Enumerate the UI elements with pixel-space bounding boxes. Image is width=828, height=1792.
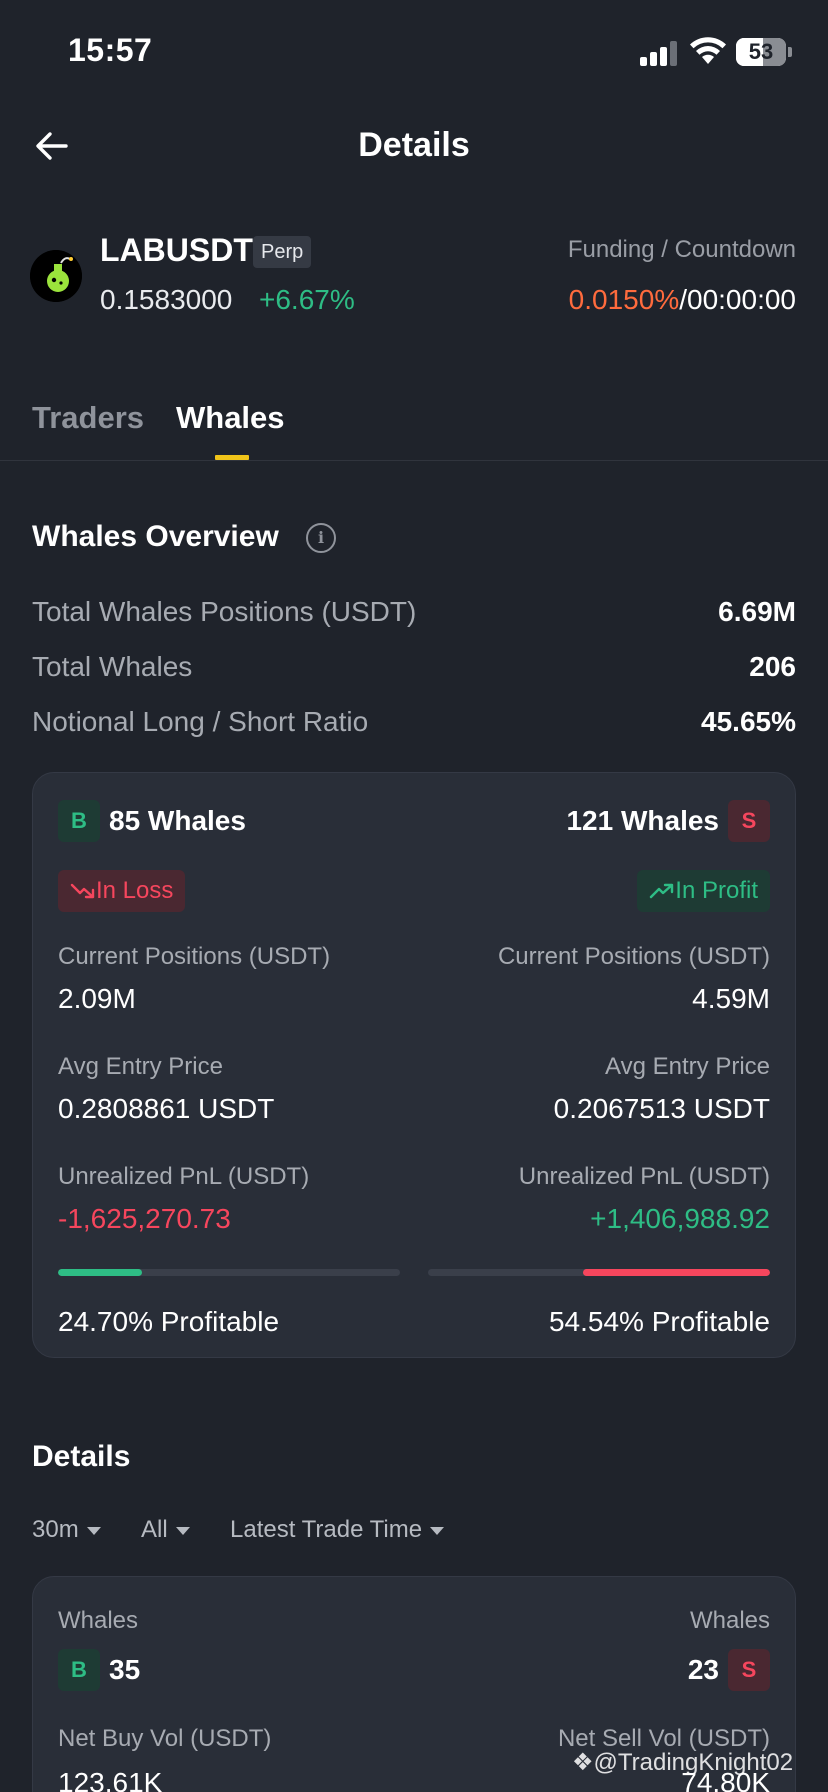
- tab-whales[interactable]: Whales: [176, 400, 285, 436]
- funding-countdown-label: Funding / Countdown: [567, 236, 796, 263]
- short-positions-value: 4.59M: [692, 983, 770, 1014]
- long-whales-count: 85 Whales: [109, 805, 246, 836]
- short-avg-entry-value: 0.2067513 USDT: [553, 1093, 770, 1124]
- short-avg-entry-label: Avg Entry Price: [605, 1053, 770, 1080]
- net-buy-value: 123.61K: [58, 1767, 163, 1792]
- long-positions-label: Current Positions (USDT): [58, 943, 331, 970]
- buy-badge: B: [58, 1649, 100, 1691]
- chevron-down-icon: [175, 1526, 190, 1535]
- sell-whales-count: 23: [687, 1654, 719, 1685]
- chevron-down-icon: [86, 1526, 101, 1535]
- in-loss-label: In Loss: [96, 877, 174, 904]
- long-positions-value: 2.09M: [58, 983, 136, 1014]
- in-profit-label: In Profit: [675, 877, 758, 904]
- last-price: 0.1583000: [100, 284, 233, 315]
- side-filter[interactable]: All: [141, 1516, 190, 1544]
- status-time: 15:57: [68, 32, 153, 68]
- overview-title: Whales Overview: [32, 520, 279, 553]
- battery-icon: 53: [736, 38, 786, 66]
- long-pnl-label: Unrealized PnL (USDT): [58, 1163, 310, 1190]
- long-profitable-bar: [58, 1269, 400, 1276]
- price-change: +6.67%: [259, 284, 355, 315]
- perp-tag: Perp: [253, 236, 312, 268]
- short-pnl-value: +1,406,988.92: [590, 1203, 770, 1234]
- battery-cap: [788, 47, 792, 57]
- funding-separator: /: [679, 284, 687, 315]
- lab-token-logo: [30, 250, 82, 302]
- timeframe-label: 30m: [32, 1516, 79, 1543]
- timeframe-filter[interactable]: 30m: [32, 1516, 101, 1544]
- long-profitable-fill: [58, 1269, 143, 1276]
- info-icon[interactable]: i: [306, 523, 336, 553]
- details-title: Details: [32, 1440, 131, 1473]
- funding-rate: 0.0150%: [568, 284, 680, 315]
- countdown: 00:00:00: [687, 284, 796, 315]
- cellular-signal-icon: [640, 40, 678, 66]
- watermark: ❖@TradingKnight02: [572, 1748, 793, 1777]
- sort-filter[interactable]: Latest Trade Time: [230, 1516, 445, 1544]
- long-avg-entry-value: 0.2808861 USDT: [58, 1093, 275, 1124]
- long-short-ratio-value: 45.65%: [701, 706, 796, 737]
- sell-badge: S: [728, 800, 770, 842]
- trading-pair: LABUSDT: [100, 232, 253, 268]
- trend-down-icon: [70, 883, 95, 899]
- long-short-card: B 85 Whales 121 Whales S In Loss In Prof…: [32, 772, 796, 1358]
- page-title: Details: [358, 126, 470, 164]
- long-pnl-value: -1,625,270.73: [58, 1203, 231, 1234]
- total-positions-value: 6.69M: [718, 596, 796, 627]
- trend-up-icon: [650, 883, 674, 899]
- long-short-ratio-label: Notional Long / Short Ratio: [32, 706, 369, 737]
- binance-logo-icon: ❖: [572, 1749, 594, 1776]
- total-positions-label: Total Whales Positions (USDT): [32, 596, 417, 627]
- short-profitable-bar: [428, 1269, 770, 1276]
- short-profitable-fill: [583, 1269, 770, 1276]
- long-profitable-text: 24.70% Profitable: [58, 1306, 280, 1337]
- buy-whales-count: 35: [109, 1654, 141, 1685]
- tabs-divider: [0, 460, 828, 461]
- long-avg-entry-label: Avg Entry Price: [58, 1053, 223, 1080]
- sell-whales-label: Whales: [689, 1607, 770, 1634]
- watermark-text: @TradingKnight02: [593, 1749, 794, 1776]
- in-loss-badge: In Loss: [58, 870, 186, 912]
- total-whales-label: Total Whales: [32, 651, 193, 682]
- sort-label: Latest Trade Time: [230, 1516, 423, 1543]
- side-label: All: [141, 1516, 168, 1543]
- wifi-icon: [690, 37, 726, 64]
- short-pnl-label: Unrealized PnL (USDT): [518, 1163, 770, 1190]
- funding-countdown: 0.0150%/00:00:00: [569, 284, 796, 316]
- sell-badge: S: [728, 1649, 770, 1691]
- short-profitable-text: 54.54% Profitable: [548, 1306, 770, 1337]
- tab-traders[interactable]: Traders: [32, 400, 144, 436]
- buy-whales-label: Whales: [58, 1607, 139, 1634]
- short-positions-label: Current Positions (USDT): [497, 943, 770, 970]
- short-whales-count: 121 Whales: [566, 805, 719, 836]
- in-profit-badge: In Profit: [637, 870, 770, 912]
- net-buy-label: Net Buy Vol (USDT): [58, 1725, 272, 1752]
- chevron-down-icon: [430, 1526, 445, 1535]
- battery-level: 53: [748, 39, 774, 64]
- total-whales-value: 206: [749, 651, 796, 682]
- buy-badge: B: [58, 800, 100, 842]
